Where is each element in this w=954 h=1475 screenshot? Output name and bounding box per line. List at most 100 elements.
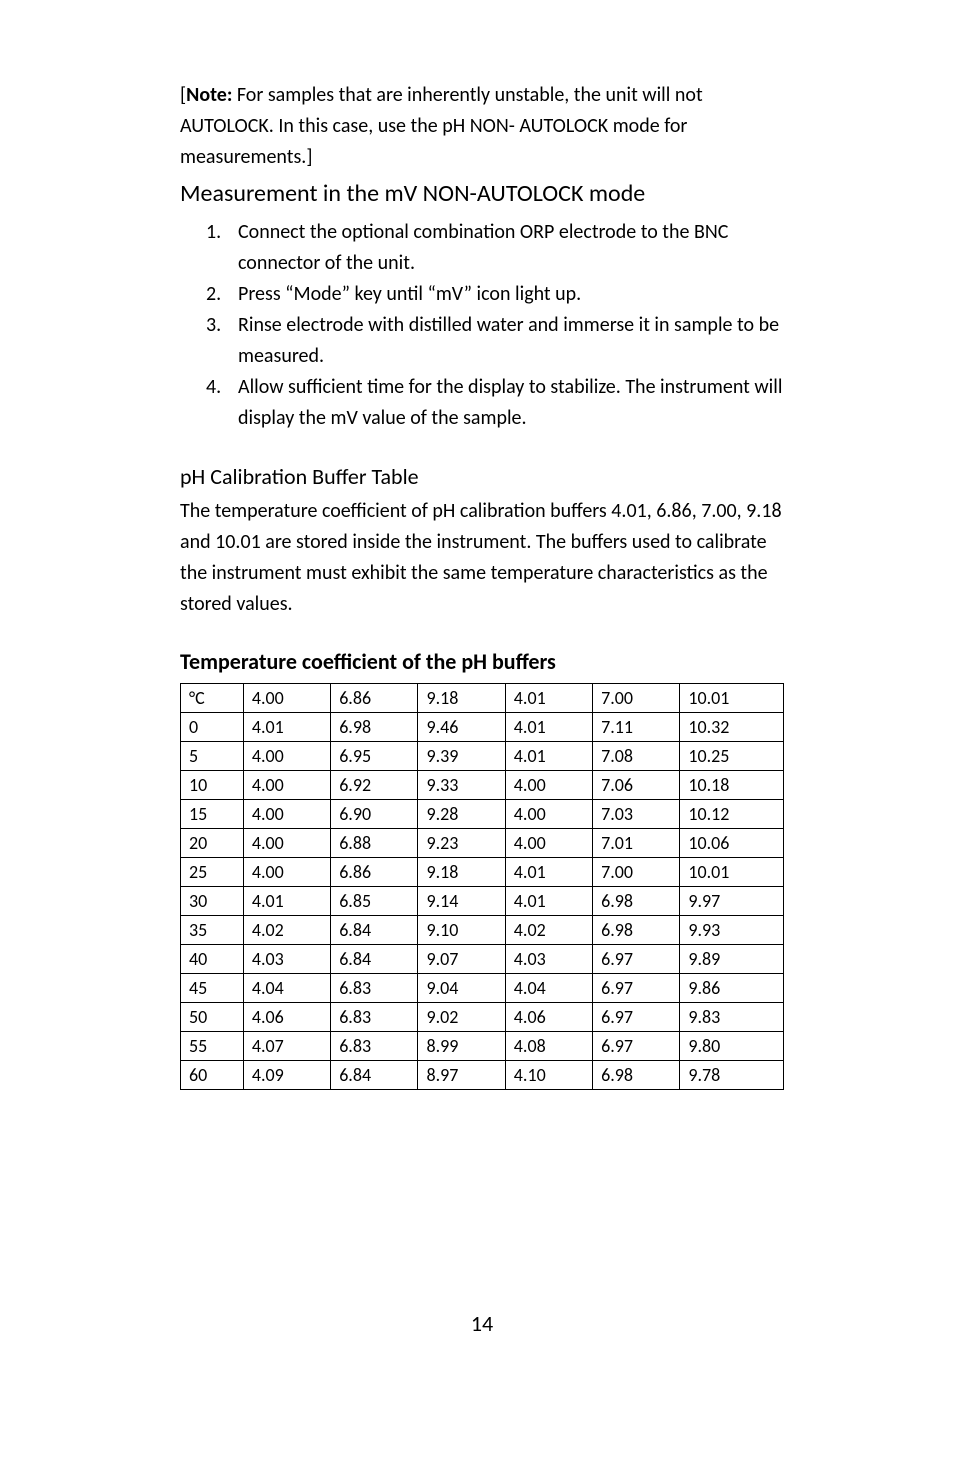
table-row: 204.006.889.234.007.0110.06 (181, 829, 784, 858)
table-header-cell: 7.00 (593, 684, 680, 713)
table-cell: 10 (181, 771, 244, 800)
table-cell: 55 (181, 1032, 244, 1061)
list-item-number: 2. (180, 279, 214, 310)
table-cell: 9.39 (418, 742, 505, 771)
table-cell: 6.98 (593, 887, 680, 916)
table-cell: 6.83 (331, 1003, 418, 1032)
table-cell: 6.84 (331, 945, 418, 974)
table-row: 554.076.838.994.086.979.80 (181, 1032, 784, 1061)
table-cell: 6.83 (331, 1032, 418, 1061)
table-cell: 4.01 (243, 713, 330, 742)
table-cell: 10.18 (680, 771, 784, 800)
table-cell: 6.85 (331, 887, 418, 916)
table-cell: 4.00 (505, 771, 592, 800)
table-cell: 4.03 (243, 945, 330, 974)
table-cell: 9.14 (418, 887, 505, 916)
table-cell: 15 (181, 800, 244, 829)
table-cell: 40 (181, 945, 244, 974)
table-cell: 7.03 (593, 800, 680, 829)
table-cell: 9.33 (418, 771, 505, 800)
table-row: 54.006.959.394.017.0810.25 (181, 742, 784, 771)
table-cell: 10.25 (680, 742, 784, 771)
table-cell: 10.32 (680, 713, 784, 742)
table-row: 04.016.989.464.017.1110.32 (181, 713, 784, 742)
list-item: 3.Rinse electrode with distilled water a… (180, 310, 784, 372)
table-cell: 8.97 (418, 1061, 505, 1090)
table-cell: 9.93 (680, 916, 784, 945)
table-header-cell: 9.18 (418, 684, 505, 713)
table-cell: 6.92 (331, 771, 418, 800)
table-cell: 7.08 (593, 742, 680, 771)
table-cell: 4.00 (505, 829, 592, 858)
table-cell: 4.04 (243, 974, 330, 1003)
table-cell: 9.97 (680, 887, 784, 916)
table-cell: 4.04 (505, 974, 592, 1003)
table-cell: 7.01 (593, 829, 680, 858)
table-cell: 6.97 (593, 945, 680, 974)
table-cell: 6.95 (331, 742, 418, 771)
table-cell: 9.07 (418, 945, 505, 974)
note-bold: Note: (186, 83, 232, 107)
buffer-table-paragraph: The temperature coefficient of pH calibr… (180, 496, 784, 620)
table-row: 454.046.839.044.046.979.86 (181, 974, 784, 1003)
table-body: 04.016.989.464.017.1110.3254.006.959.394… (181, 713, 784, 1090)
table-cell: 4.00 (243, 829, 330, 858)
instruction-list: 1.Connect the optional combination ORP e… (180, 217, 784, 434)
table-cell: 6.98 (331, 713, 418, 742)
table-cell: 9.23 (418, 829, 505, 858)
table-cell: 4.01 (505, 887, 592, 916)
table-cell: 20 (181, 829, 244, 858)
table-cell: 9.78 (680, 1061, 784, 1090)
table-cell: 6.97 (593, 1032, 680, 1061)
table-cell: 5 (181, 742, 244, 771)
list-item-number: 3. (180, 310, 214, 372)
table-cell: 9.86 (680, 974, 784, 1003)
table-row: 154.006.909.284.007.0310.12 (181, 800, 784, 829)
table-header-cell: 6.86 (331, 684, 418, 713)
section-heading-buffer-table: pH Calibration Buffer Table (180, 462, 784, 493)
table-cell: 4.00 (243, 771, 330, 800)
table-cell: 9.10 (418, 916, 505, 945)
table-cell: 4.06 (505, 1003, 592, 1032)
table-header-row: °C4.006.869.184.017.0010.01 (181, 684, 784, 713)
list-item-text: Press “Mode” key until “mV” icon light u… (214, 279, 784, 310)
table-cell: 6.86 (331, 858, 418, 887)
table-cell: 4.00 (243, 800, 330, 829)
table-cell: 6.97 (593, 1003, 680, 1032)
note-rest: For samples that are inherently unstable… (180, 83, 703, 169)
note-paragraph: [Note: For samples that are inherently u… (180, 80, 784, 173)
table-cell: 4.09 (243, 1061, 330, 1090)
table-cell: 9.04 (418, 974, 505, 1003)
table-header-cell: 4.01 (505, 684, 592, 713)
table-cell: 35 (181, 916, 244, 945)
table-cell: 4.06 (243, 1003, 330, 1032)
table-cell: 7.11 (593, 713, 680, 742)
table-cell: 7.00 (593, 858, 680, 887)
list-item-number: 4. (180, 372, 214, 434)
table-cell: 9.46 (418, 713, 505, 742)
list-item: 4.Allow sufficient time for the display … (180, 372, 784, 434)
table-row: 304.016.859.144.016.989.97 (181, 887, 784, 916)
table-cell: 4.07 (243, 1032, 330, 1061)
table-cell: 4.10 (505, 1061, 592, 1090)
table-cell: 10.01 (680, 858, 784, 887)
table-cell: 6.88 (331, 829, 418, 858)
table-row: 104.006.929.334.007.0610.18 (181, 771, 784, 800)
document-page: [Note: For samples that are inherently u… (0, 0, 954, 1397)
table-cell: 6.90 (331, 800, 418, 829)
table-cell: 9.02 (418, 1003, 505, 1032)
list-item-number: 1. (180, 217, 214, 279)
table-cell: 0 (181, 713, 244, 742)
table-cell: 9.18 (418, 858, 505, 887)
table-cell: 30 (181, 887, 244, 916)
table-row: 354.026.849.104.026.989.93 (181, 916, 784, 945)
table-header-cell: 4.00 (243, 684, 330, 713)
section-heading-measurement: Measurement in the mV NON-AUTOLOCK mode (180, 177, 784, 211)
table-cell: 4.01 (243, 887, 330, 916)
table-cell: 9.28 (418, 800, 505, 829)
table-row: 404.036.849.074.036.979.89 (181, 945, 784, 974)
table-cell: 4.00 (243, 858, 330, 887)
table-cell: 4.08 (505, 1032, 592, 1061)
table-cell: 10.06 (680, 829, 784, 858)
table-cell: 25 (181, 858, 244, 887)
